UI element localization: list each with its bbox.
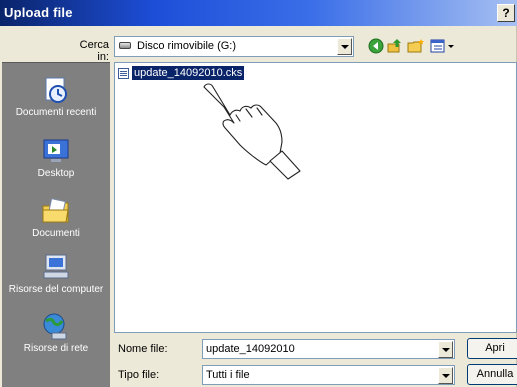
file-type-select[interactable]: Tutti i file bbox=[202, 365, 455, 385]
file-type-label: Tipo file: bbox=[118, 369, 160, 381]
removable-drive-icon bbox=[119, 42, 131, 49]
new-folder-icon bbox=[407, 39, 424, 53]
chevron-down-icon[interactable] bbox=[438, 341, 453, 358]
place-recent-documents-label: Documenti recenti bbox=[15, 107, 97, 118]
desktop-icon bbox=[40, 136, 72, 166]
place-network[interactable]: Risorse di rete bbox=[2, 311, 110, 354]
file-list[interactable]: update_14092010.cks bbox=[114, 62, 517, 333]
place-documents-label: Documenti bbox=[32, 228, 80, 239]
file-type-value: Tutti i file bbox=[206, 369, 250, 381]
new-folder-button[interactable] bbox=[407, 38, 425, 56]
title-bar[interactable]: Upload file ? bbox=[0, 0, 517, 26]
place-my-computer-label: Risorse del computer bbox=[8, 284, 104, 295]
pointing-hand-icon bbox=[203, 83, 301, 180]
window-title: Upload file bbox=[4, 5, 73, 20]
file-name-input[interactable]: update_14092010 bbox=[202, 339, 455, 359]
look-in-dropdown[interactable]: Disco rimovibile (G:) bbox=[114, 36, 354, 57]
place-my-computer[interactable]: Risorse del computer bbox=[2, 252, 110, 295]
places-bar: Documenti recenti Desktop Documenti Riso… bbox=[2, 62, 110, 387]
place-documents[interactable]: Documenti bbox=[2, 196, 110, 239]
cancel-button[interactable]: Annulla bbox=[467, 364, 517, 385]
file-name-label: Nome file: bbox=[118, 343, 168, 355]
upload-file-dialog: Upload file ? Cerca in: Disco rimovibile… bbox=[0, 0, 517, 387]
file-name-value: update_14092010 bbox=[206, 343, 295, 355]
help-button[interactable]: ? bbox=[497, 4, 515, 22]
chevron-down-icon[interactable] bbox=[438, 367, 453, 384]
up-one-level-button[interactable] bbox=[387, 38, 403, 56]
file-icon bbox=[118, 67, 129, 79]
chevron-down-icon[interactable] bbox=[337, 38, 352, 55]
place-desktop[interactable]: Desktop bbox=[2, 136, 110, 179]
views-menu-button[interactable] bbox=[430, 38, 456, 56]
place-recent-documents[interactable]: Documenti recenti bbox=[2, 75, 110, 118]
recent-documents-icon bbox=[40, 75, 72, 105]
place-desktop-label: Desktop bbox=[37, 168, 75, 179]
look-in-value: Disco rimovibile (G:) bbox=[137, 40, 237, 52]
up-folder-icon bbox=[387, 39, 401, 53]
look-in-label: Cerca in: bbox=[79, 39, 109, 63]
network-icon bbox=[40, 311, 72, 341]
views-menu-icon bbox=[430, 39, 454, 53]
open-button[interactable]: Apri bbox=[467, 338, 517, 359]
my-computer-icon bbox=[40, 252, 72, 282]
documents-folder-icon bbox=[40, 196, 72, 226]
place-network-label: Risorse di rete bbox=[23, 343, 89, 354]
back-button[interactable] bbox=[368, 38, 384, 56]
back-arrow-icon bbox=[368, 38, 384, 54]
